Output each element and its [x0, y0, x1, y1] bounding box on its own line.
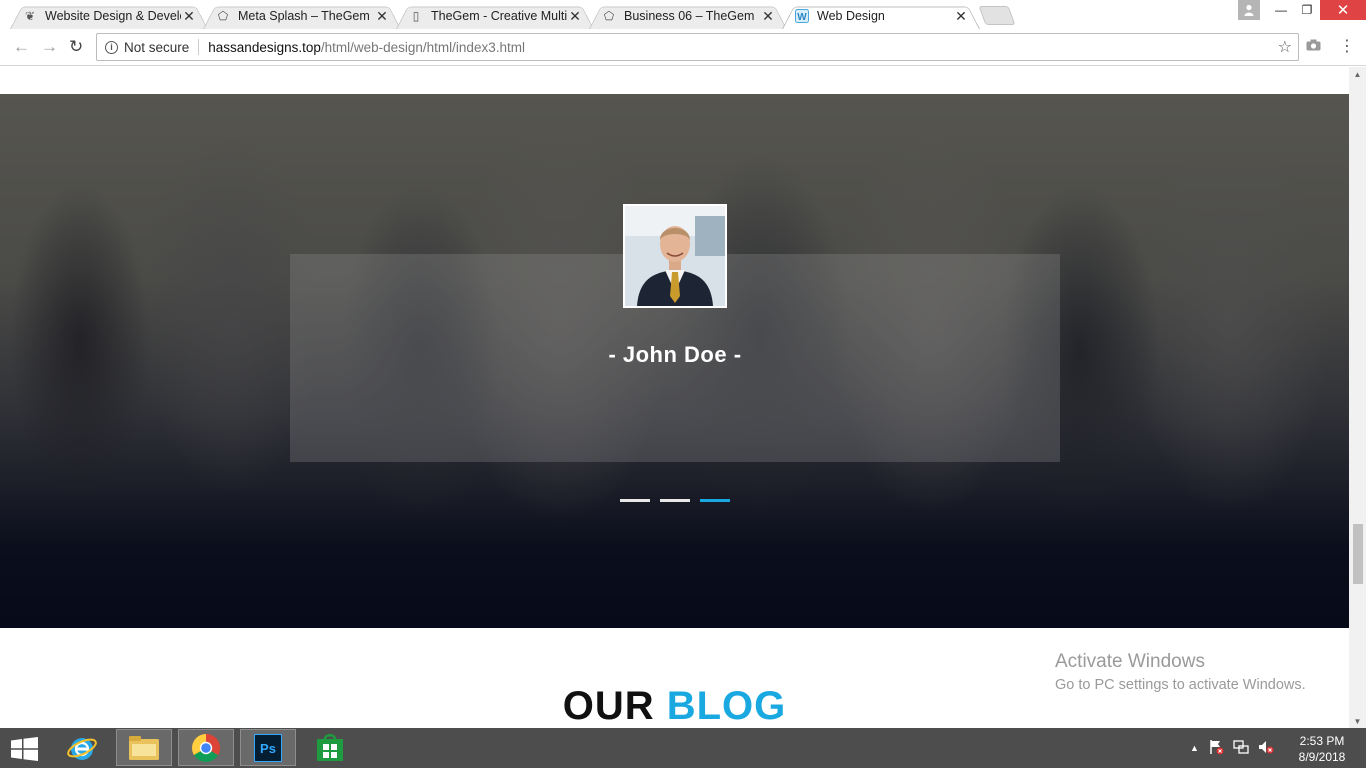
slider-dot-1[interactable] — [620, 499, 650, 502]
testimonial-author-name: - John Doe - — [608, 342, 742, 367]
gem-icon: ⬠ — [603, 9, 615, 23]
security-label[interactable]: Not secure — [124, 40, 189, 55]
taskbar-clock[interactable]: 2:53 PM 8/9/2018 — [1290, 733, 1354, 765]
close-icon[interactable]: ✕ — [374, 8, 390, 25]
close-icon[interactable]: ✕ — [953, 8, 969, 25]
activate-windows-watermark: Activate Windows Go to PC settings to ac… — [1055, 651, 1306, 693]
page-icon: ▯ — [412, 9, 420, 23]
tab-title: Website Design & Develo — [45, 9, 181, 23]
browser-tab-strip: ❦ Website Design & Develo ✕ ⬠ Meta Splas… — [0, 0, 1366, 29]
tab-thegem-creative[interactable]: ▯ TheGem - Creative Multi- ✕ — [396, 3, 594, 29]
window-controls: — ❐ ✕ — [1238, 0, 1366, 20]
clock-date: 8/9/2018 — [1298, 750, 1346, 764]
tab-title: Web Design — [817, 9, 885, 23]
close-window-button[interactable]: ✕ — [1320, 0, 1366, 20]
tab-meta-splash[interactable]: ⬠ Meta Splash – TheGem ✕ — [203, 3, 401, 29]
system-tray: ▲ — [1190, 728, 1274, 768]
page-viewport: - John Doe - OUR BLOG Activate Windows G… — [0, 67, 1349, 728]
close-icon[interactable]: ✕ — [760, 8, 776, 25]
user-icon[interactable] — [1238, 0, 1260, 20]
forward-arrow-icon[interactable]: → — [41, 37, 58, 57]
bookmark-star-icon[interactable]: ☆ — [1278, 37, 1292, 57]
blog-heading-word-1: OUR — [562, 684, 655, 728]
svg-text:Ps: Ps — [260, 741, 276, 756]
info-icon[interactable]: i — [105, 40, 118, 54]
camera-icon[interactable] — [1306, 38, 1321, 54]
testimonial-section: - John Doe - — [0, 94, 1349, 628]
network-icon[interactable] — [1233, 739, 1249, 758]
url-host: hassandesigns.top — [208, 39, 321, 55]
url-path: /html/web-design/html/index3.html — [320, 39, 525, 55]
windows-taskbar: Ps ▲ 2:53 PM 8/9/2018 — [0, 728, 1366, 768]
close-icon[interactable]: ✕ — [567, 8, 583, 25]
watermark-title: Activate Windows — [1055, 651, 1205, 672]
internet-explorer-icon[interactable] — [54, 729, 110, 766]
w-icon: W — [794, 8, 810, 24]
watermark-subtitle: Go to PC settings to activate Windows. — [1055, 677, 1306, 693]
file-explorer-icon[interactable] — [116, 729, 172, 766]
scroll-up-arrow-icon[interactable]: ▲ — [1349, 67, 1366, 81]
gem-icon: ⬠ — [217, 9, 229, 23]
scroll-down-arrow-icon[interactable]: ▼ — [1349, 714, 1366, 728]
volume-muted-icon[interactable] — [1258, 739, 1274, 758]
quill-icon: ❦ — [24, 9, 36, 23]
avatar — [623, 204, 727, 308]
chrome-icon[interactable] — [178, 729, 234, 766]
scrollbar-thumb[interactable] — [1353, 524, 1363, 584]
tab-website-design[interactable]: ❦ Website Design & Develo ✕ — [10, 3, 208, 29]
tray-expand-icon[interactable]: ▲ — [1190, 743, 1199, 753]
divider — [198, 39, 200, 55]
windows-start-icon[interactable] — [11, 737, 39, 761]
browser-toolbar: ← → ↻ i Not secure hassandesigns.top/htm… — [0, 29, 1366, 66]
reload-icon[interactable]: ↻ — [69, 37, 83, 57]
photoshop-icon[interactable]: Ps — [240, 729, 296, 766]
slider-dot-3[interactable] — [700, 499, 730, 502]
windows-store-icon[interactable] — [302, 729, 358, 766]
tab-title: Business 06 – TheGem — [624, 9, 755, 23]
tab-web-design[interactable]: W Web Design ✕ — [782, 3, 980, 29]
close-icon[interactable]: ✕ — [181, 8, 197, 25]
tab-business-06[interactable]: ⬠ Business 06 – TheGem ✕ — [589, 3, 787, 29]
slider-dot-2[interactable] — [660, 499, 690, 502]
menu-icon[interactable]: ⋮ — [1339, 36, 1355, 56]
slider-pagination — [620, 499, 730, 502]
action-center-flag-icon[interactable] — [1208, 739, 1224, 758]
tab-title: TheGem - Creative Multi- — [431, 9, 567, 23]
restore-button[interactable]: ❐ — [1294, 0, 1320, 20]
minimize-button[interactable]: — — [1268, 0, 1294, 20]
page-scrollbar[interactable]: ▲ ▼ — [1349, 67, 1366, 728]
new-tab-button[interactable] — [978, 6, 1016, 25]
back-arrow-icon[interactable]: ← — [13, 37, 30, 57]
svg-text:W: W — [797, 12, 807, 23]
blog-heading-word-2: BLOG — [666, 684, 787, 728]
clock-time: 2:53 PM — [1299, 734, 1345, 748]
address-bar[interactable]: i Not secure hassandesigns.top/html/web-… — [96, 33, 1299, 61]
tab-title: Meta Splash – TheGem — [238, 9, 370, 23]
